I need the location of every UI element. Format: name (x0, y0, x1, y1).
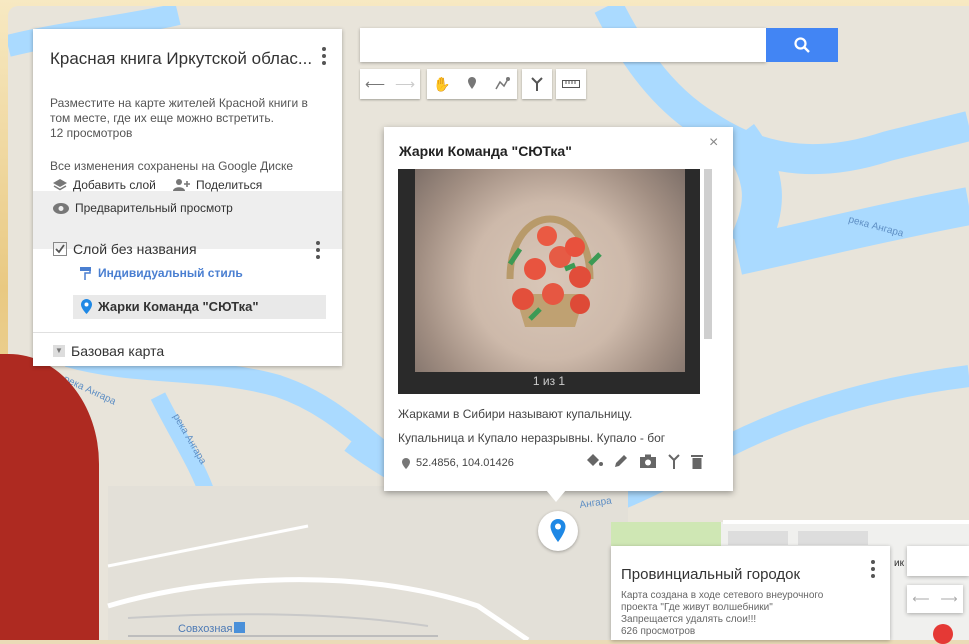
map-description[interactable]: Разместите на карте жителей Красной книг… (50, 96, 325, 126)
directions-icon[interactable] (667, 453, 681, 469)
coordinates-value: 52.4856, 104.01426 (416, 457, 514, 469)
info-window-actions (585, 453, 703, 469)
share-button[interactable]: Поделиться (172, 178, 262, 192)
undo-icon[interactable]: ⟵ (360, 76, 390, 93)
description-line-2: Купальница и Купало неразрывны. Купало -… (398, 431, 666, 445)
layer-style-label: Индивидуальный стиль (98, 266, 243, 280)
search-button[interactable] (766, 28, 838, 62)
search-icon (794, 37, 810, 53)
redo-icon[interactable]: ⟶ (940, 592, 957, 606)
camera-icon[interactable] (639, 453, 657, 469)
second-map-description: Карта создана в ходе сетевого внеурочног… (621, 590, 823, 638)
image-counter: 1 из 1 (532, 374, 566, 388)
search-input[interactable] (360, 28, 766, 62)
preview-label: Предварительный просмотр (75, 201, 233, 215)
image-viewer[interactable]: 1 из 1 (398, 169, 712, 394)
close-icon[interactable]: × (709, 134, 718, 152)
marker-icon[interactable] (457, 76, 487, 92)
add-layer-label: Добавить слой (73, 178, 156, 192)
map-views: 12 просмотров (50, 126, 133, 140)
base-map-label: Базовая карта (71, 343, 165, 359)
pencil-icon[interactable] (613, 453, 629, 469)
add-layer-button[interactable]: Добавить слой (53, 178, 156, 192)
ruler-icon[interactable] (556, 69, 586, 99)
feature-item-label: Жарки Команда "СЮТка" (98, 299, 259, 314)
base-map-header[interactable]: ▼ Базовая карта (53, 343, 164, 359)
map-pin-icon (81, 299, 92, 314)
layers-icon (53, 179, 67, 191)
map-title[interactable]: Красная книга Иркутской облас... (50, 49, 312, 69)
selected-pin-halo[interactable] (538, 511, 578, 551)
second-search-input[interactable] (907, 546, 969, 576)
station-label: Совхозная (178, 623, 233, 635)
second-desc-3: Запрещается удалять слои!!! (621, 614, 757, 625)
saved-status: Все изменения сохранены на Google Диске (50, 159, 294, 173)
layer-checkbox[interactable] (53, 242, 67, 256)
hand-icon[interactable]: ✋ (427, 76, 457, 93)
coordinates: 52.4856, 104.01426 (402, 457, 514, 469)
second-views: 626 просмотров (621, 626, 696, 637)
checkmark-icon (55, 244, 65, 254)
second-map-title[interactable]: Провинциальный городок (621, 566, 800, 583)
map-pin-icon[interactable] (538, 511, 578, 551)
map-options-icon[interactable] (322, 47, 326, 68)
map-legend-panel: Красная книга Иркутской облас... Размест… (33, 29, 342, 366)
scrollbar[interactable] (704, 169, 712, 339)
layer-header[interactable]: Слой без названия (53, 241, 197, 257)
divider (33, 332, 342, 333)
info-window: Жарки Команда "СЮТка" × 1 из 1 Жарками в… (384, 127, 733, 491)
layer-style-link[interactable]: Индивидуальный стиль (80, 266, 243, 280)
draw-line-icon[interactable] (487, 76, 517, 92)
location-icon (402, 457, 410, 469)
directions-icon[interactable] (522, 69, 552, 99)
second-undo-redo: ⟵ ⟶ (907, 585, 963, 613)
trash-icon[interactable] (691, 453, 703, 469)
undo-redo-group: ⟵ ⟶ (360, 69, 420, 99)
second-map-panel: Провинциальный городок Карта создана в х… (611, 546, 890, 640)
station-icon (234, 622, 245, 633)
feature-item[interactable]: Жарки Команда "СЮТка" (81, 299, 259, 314)
tools-group: ✋ (427, 69, 517, 99)
add-person-icon (173, 179, 190, 191)
second-desc-2: проекта "Где живут волшебники" (621, 602, 773, 613)
preview-button[interactable]: Предварительный просмотр (53, 201, 233, 215)
chevron-down-icon[interactable]: ▼ (53, 345, 65, 357)
layer-name: Слой без названия (73, 241, 197, 257)
flower-basket-photo (415, 169, 685, 372)
map-label-partial: ик (894, 558, 905, 569)
eye-icon (53, 202, 69, 214)
share-label: Поделиться (196, 178, 263, 192)
info-window-title: Жарки Команда "СЮТка" (399, 143, 572, 159)
info-window-pointer (546, 490, 566, 502)
red-marker-icon[interactable] (933, 624, 953, 644)
description-line-1: Жарками в Сибири называют купальницу. (398, 407, 633, 421)
undo-icon[interactable]: ⟵ (912, 592, 929, 606)
second-map-options-icon[interactable] (871, 560, 875, 581)
second-desc-1: Карта создана в ходе сетевого внеурочног… (621, 590, 824, 601)
layer-options-icon[interactable] (316, 241, 320, 262)
redo-icon[interactable]: ⟶ (390, 76, 420, 93)
paint-bucket-icon[interactable] (585, 453, 603, 469)
paint-roller-icon (80, 266, 91, 280)
